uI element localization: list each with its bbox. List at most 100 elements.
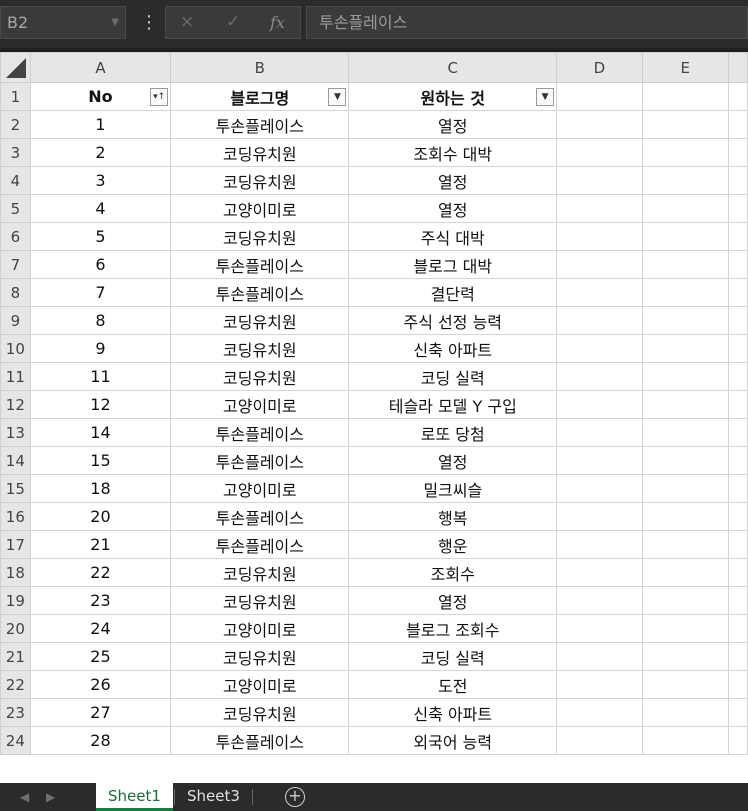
cell-e[interactable] [641, 390, 729, 419]
cell-e[interactable] [641, 278, 729, 307]
cell-e[interactable] [641, 642, 729, 671]
cell-blog-name[interactable]: 코딩유치원 [170, 642, 350, 671]
cell-no[interactable]: 7 [29, 278, 172, 307]
cell-no[interactable]: 12 [29, 390, 172, 419]
cell-d[interactable] [556, 390, 643, 419]
row-header[interactable]: 7 [0, 250, 31, 279]
cell-blog-name[interactable]: 코딩유치원 [170, 222, 350, 251]
cell-e[interactable] [641, 138, 729, 167]
cell-d[interactable] [556, 138, 643, 167]
cell-no[interactable]: 6 [29, 250, 172, 279]
cell-blog-name[interactable]: 고양이미로 [170, 474, 350, 503]
row-header[interactable]: 24 [0, 726, 31, 755]
cell-no[interactable]: 21 [29, 530, 172, 559]
cell-f[interactable] [727, 334, 748, 363]
cell-d[interactable] [556, 698, 643, 727]
cell-f[interactable] [727, 614, 748, 643]
cell-wish[interactable]: 도전 [348, 670, 558, 699]
cell-e[interactable] [641, 250, 729, 279]
cell-no[interactable]: 5 [29, 222, 172, 251]
cell-no[interactable]: 18 [29, 474, 172, 503]
column-header-c[interactable]: C [348, 52, 558, 83]
cell-blog-name[interactable]: 투손플레이스 [170, 530, 350, 559]
cell-b1[interactable]: 블로그명 ▼ [170, 82, 350, 111]
cell-e[interactable] [641, 110, 729, 139]
cell-no[interactable]: 26 [29, 670, 172, 699]
cell-f[interactable] [727, 558, 748, 587]
cell-e[interactable] [641, 586, 729, 615]
cell-wish[interactable]: 조회수 [348, 558, 558, 587]
cell-e[interactable] [641, 194, 729, 223]
cell-e[interactable] [641, 306, 729, 335]
cell-blog-name[interactable]: 코딩유치원 [170, 334, 350, 363]
cell-e[interactable] [641, 670, 729, 699]
cell-wish[interactable]: 테슬라 모델 Y 구입 [348, 390, 558, 419]
tab-sheet3[interactable]: Sheet3 [175, 783, 252, 811]
cell-d[interactable] [556, 558, 643, 587]
cell-blog-name[interactable]: 투손플레이스 [170, 110, 350, 139]
cell-blog-name[interactable]: 코딩유치원 [170, 362, 350, 391]
row-header[interactable]: 11 [0, 362, 31, 391]
cell-no[interactable]: 23 [29, 586, 172, 615]
cell-f[interactable] [727, 642, 748, 671]
cell-d[interactable] [556, 726, 643, 755]
cell-wish[interactable]: 블로그 대박 [348, 250, 558, 279]
cell-wish[interactable]: 주식 선정 능력 [348, 306, 558, 335]
cell-e1[interactable] [641, 82, 729, 111]
cell-d[interactable] [556, 446, 643, 475]
cell-c1[interactable]: 원하는 것 ▼ [348, 82, 558, 111]
row-header[interactable]: 21 [0, 642, 31, 671]
cell-d[interactable] [556, 250, 643, 279]
cell-blog-name[interactable]: 고양이미로 [170, 390, 350, 419]
cell-no[interactable]: 22 [29, 558, 172, 587]
cell-blog-name[interactable]: 코딩유치원 [170, 558, 350, 587]
cell-f[interactable] [727, 726, 748, 755]
cell-f[interactable] [727, 138, 748, 167]
cell-d[interactable] [556, 334, 643, 363]
tab-sheet1[interactable]: Sheet1 [96, 783, 173, 811]
more-options-icon[interactable]: ⋮ [140, 6, 158, 39]
cell-f[interactable] [727, 418, 748, 447]
cell-d[interactable] [556, 502, 643, 531]
cell-f[interactable] [727, 502, 748, 531]
row-header[interactable]: 18 [0, 558, 31, 587]
cell-f[interactable] [727, 698, 748, 727]
cell-blog-name[interactable]: 투손플레이스 [170, 418, 350, 447]
row-header[interactable]: 10 [0, 334, 31, 363]
cell-wish[interactable]: 밀크씨슬 [348, 474, 558, 503]
cell-wish[interactable]: 열정 [348, 446, 558, 475]
column-header-d[interactable]: D [556, 52, 643, 83]
filter-dropdown-icon[interactable]: ▼ [536, 88, 555, 106]
filter-sort-icon[interactable]: ▾↑ [150, 88, 169, 106]
enter-icon[interactable]: ✓ [226, 7, 240, 38]
cell-e[interactable] [641, 334, 729, 363]
cell-e[interactable] [641, 474, 729, 503]
cell-no[interactable]: 25 [29, 642, 172, 671]
cell-blog-name[interactable]: 투손플레이스 [170, 250, 350, 279]
select-all-corner[interactable] [0, 52, 31, 83]
cell-wish[interactable]: 외국어 능력 [348, 726, 558, 755]
insert-function-icon[interactable]: fx [270, 7, 285, 38]
row-header[interactable]: 15 [0, 474, 31, 503]
cell-f[interactable] [727, 362, 748, 391]
cell-f[interactable] [727, 194, 748, 223]
cell-blog-name[interactable]: 고양이미로 [170, 194, 350, 223]
cell-e[interactable] [641, 698, 729, 727]
cell-e[interactable] [641, 418, 729, 447]
cell-wish[interactable]: 결단력 [348, 278, 558, 307]
cell-e[interactable] [641, 446, 729, 475]
cell-f[interactable] [727, 530, 748, 559]
row-header[interactable]: 14 [0, 446, 31, 475]
cell-wish[interactable]: 신축 아파트 [348, 334, 558, 363]
row-header[interactable]: 5 [0, 194, 31, 223]
formula-input[interactable]: 투손플레이스 [306, 6, 748, 39]
row-header[interactable]: 17 [0, 530, 31, 559]
row-header[interactable]: 22 [0, 670, 31, 699]
cell-no[interactable]: 15 [29, 446, 172, 475]
cell-wish[interactable]: 코딩 실력 [348, 362, 558, 391]
cell-no[interactable]: 24 [29, 614, 172, 643]
cell-e[interactable] [641, 726, 729, 755]
row-header[interactable]: 16 [0, 502, 31, 531]
row-header[interactable]: 12 [0, 390, 31, 419]
cell-no[interactable]: 8 [29, 306, 172, 335]
